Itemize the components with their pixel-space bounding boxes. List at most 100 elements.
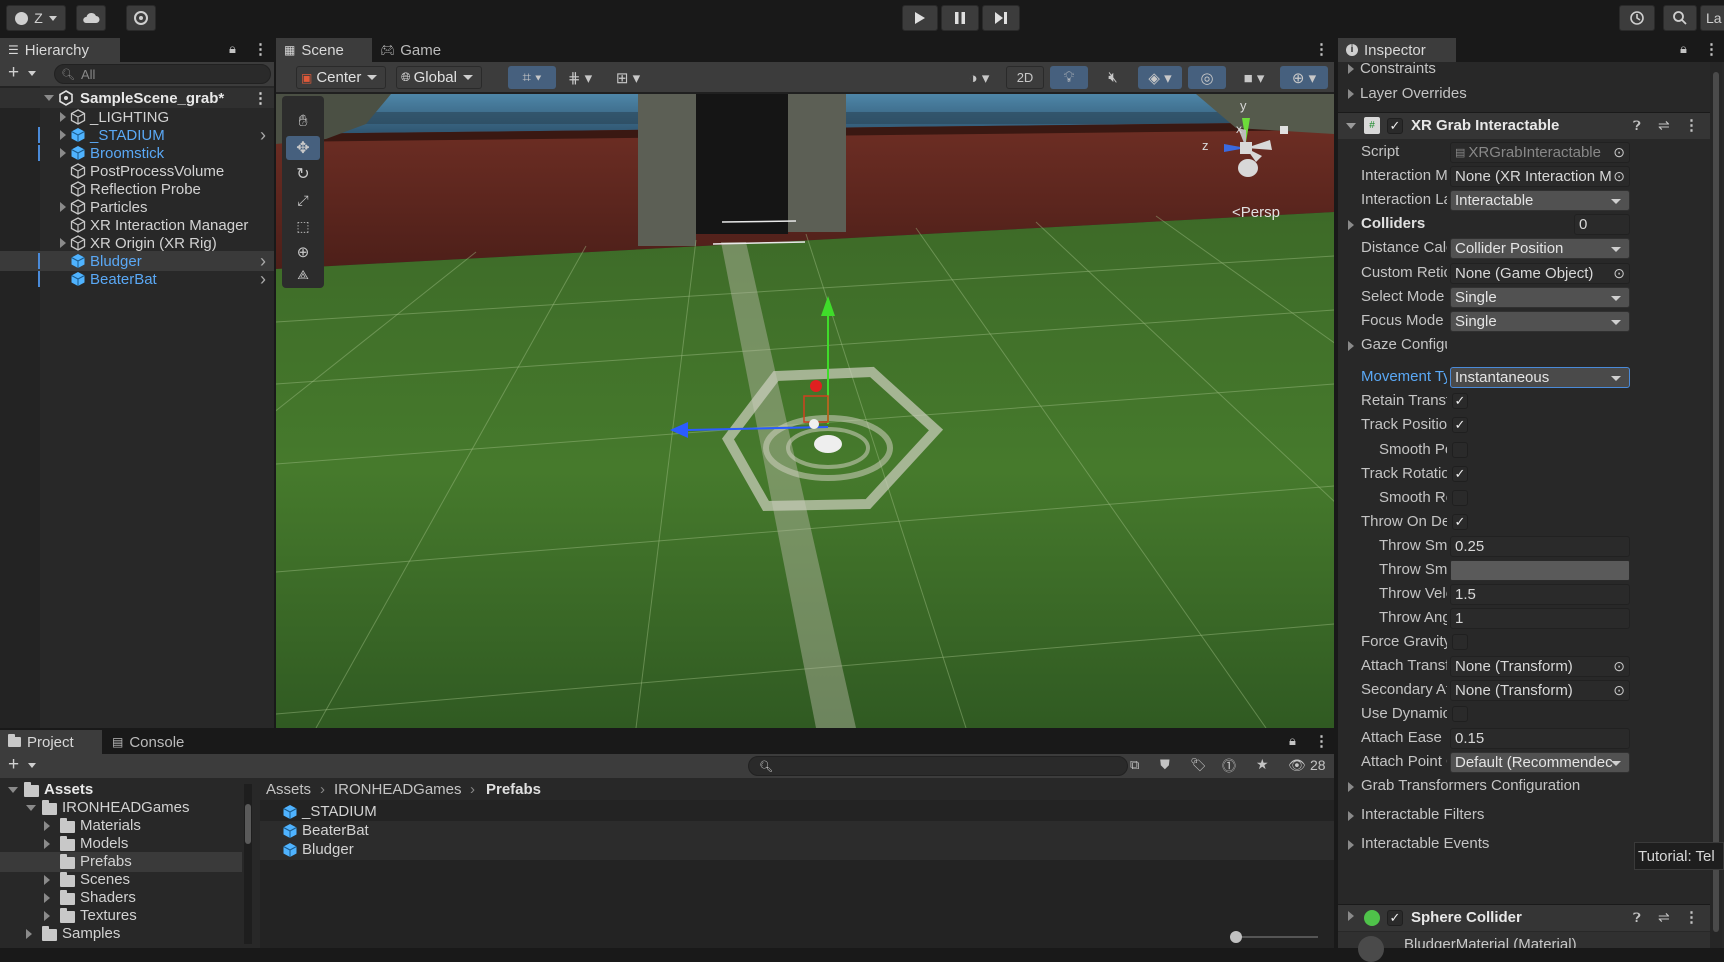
object-picker-icon[interactable]: ⊙ [1613,658,1625,675]
preset-icon[interactable]: ⇌ [1658,117,1670,134]
hierarchy-search-input[interactable]: 🔍︎ All [54,64,271,84]
hierarchy-item[interactable]: _STADIUM › [0,125,274,145]
hand-tool-icon[interactable]: ✋︎ [286,110,320,134]
add-icon[interactable]: + [8,62,19,84]
search-scope-icon[interactable]: ⧉ [1130,757,1139,773]
effects-toggle[interactable]: ◈ ▾ [1138,66,1182,89]
object-picker-icon[interactable]: ⊙ [1613,265,1625,282]
camera-button[interactable]: ■ ▾ [1232,66,1276,89]
rotate-tool-icon[interactable]: ↻ [286,162,320,186]
tab-console[interactable]: ▤ Console [104,730,202,754]
kebab-menu-icon[interactable]: ⋮ [253,40,268,58]
project-tree-item[interactable]: Scenes [0,870,242,890]
move-tool-icon[interactable]: ✥ [286,136,320,160]
hierarchy-item[interactable]: Broomstick [0,143,274,163]
checkbox[interactable]: ✓ [1452,466,1468,482]
checkbox[interactable]: ✓ [1452,393,1468,409]
pause-button[interactable] [941,5,979,31]
ruler-button[interactable]: ⊞ ▾ [606,66,650,89]
value-field[interactable]: 1.5 [1450,584,1630,605]
expand-arrow-icon[interactable] [60,148,66,158]
expand-arrow-icon[interactable] [44,821,50,831]
hierarchy-item[interactable]: BeaterBat › [0,269,274,289]
zoom-slider[interactable] [1230,931,1318,943]
project-tree-item[interactable]: Shaders [0,888,242,908]
expand-arrow-icon[interactable] [1348,782,1354,792]
chevron-down-icon[interactable] [28,763,36,768]
dropdown-field[interactable]: Default (Recommendec [1450,752,1630,773]
object-picker-icon[interactable]: ⊙ [1613,144,1625,161]
project-file-item[interactable]: Bludger [260,840,1334,860]
step-button[interactable] [982,5,1020,31]
star-icon[interactable]: ★ [1256,756,1269,773]
label-icon[interactable]: 🏷︎ [1190,757,1207,773]
expand-arrow-icon[interactable] [60,202,66,212]
incremental-snap-button[interactable]: ⋕ ▾ [560,66,600,89]
project-tree-item[interactable]: Prefabs [0,852,242,872]
warning-icon[interactable]: ⓵ [1222,756,1236,776]
transform-tool-icon[interactable]: ⊕ [286,240,320,264]
tab-project[interactable]: Project [0,730,102,754]
expand-arrow-icon[interactable] [44,911,50,921]
checkbox[interactable] [1452,442,1468,458]
play-button[interactable] [902,5,938,31]
scene-viewport[interactable]: ✋︎ ✥ ↻ ⤢ ⬚ ⊕ ⟁ y z x <Persp [276,94,1334,728]
kebab-menu-icon[interactable]: ⋮ [1684,116,1699,134]
rect-tool-icon[interactable]: ⬚ [286,214,320,238]
value-field[interactable]: None (Transform) ⊙ [1450,680,1630,701]
layer-overrides-foldout[interactable]: Layer Overrides [1360,85,1467,102]
add-icon[interactable]: + [8,754,19,776]
dropdown-field[interactable]: Single [1450,311,1630,332]
expand-arrow-icon[interactable] [26,929,32,939]
dropdown-field[interactable]: Instantaneous [1450,367,1630,388]
hierarchy-item[interactable]: _LIGHTING [0,107,274,127]
collab-button[interactable] [126,5,156,31]
dropdown-field[interactable]: Interactable [1450,190,1630,211]
hierarchy-item[interactable]: PostProcessVolume [0,161,274,181]
checkbox[interactable] [1452,634,1468,650]
lock-icon[interactable]: 🔒︎ [229,41,236,57]
expand-arrow-icon[interactable] [1348,64,1354,74]
value-field[interactable]: 0.15 [1450,728,1630,749]
account-button[interactable]: Z [6,5,66,31]
lighting-toggle[interactable]: 💡︎ [1050,66,1088,89]
expand-arrow-icon[interactable] [44,893,50,903]
help-icon[interactable]: ❓︎ [1633,118,1641,134]
breadcrumb-ironhead[interactable]: IRONHEADGames [334,781,462,798]
chevron-down-icon[interactable] [28,71,36,76]
filter-type-icon[interactable]: ⛊ [1160,757,1170,773]
hierarchy-item[interactable]: Reflection Probe [0,179,274,199]
breadcrumb-prefabs[interactable]: Prefabs [486,781,541,798]
orientation-gizmo[interactable]: y z x [1196,98,1306,198]
layout-dropdown[interactable]: La [1700,5,1724,31]
checkbox[interactable] [1452,706,1468,722]
perspective-label[interactable]: <Persp [1232,204,1280,221]
kebab-menu-icon[interactable]: ⋮ [1314,732,1329,750]
tab-hierarchy[interactable]: ☰ Hierarchy [0,38,120,62]
value-slider-field[interactable] [1450,560,1630,581]
expand-arrow-icon[interactable] [1348,840,1354,850]
dropdown-field[interactable]: Collider Position [1450,238,1630,259]
space-dropdown[interactable]: 🌐︎ Global [396,66,482,89]
help-icon[interactable]: ❓︎ [1633,910,1641,926]
project-file-item[interactable]: _STADIUM [260,802,1334,822]
object-picker-icon[interactable]: ⊙ [1613,682,1625,699]
toggle-2d-button[interactable]: 2D [1006,66,1044,89]
expand-arrow-icon[interactable] [26,805,36,811]
expand-arrow-icon[interactable] [1348,220,1354,230]
tab-inspector[interactable]: i Inspector [1338,38,1456,62]
value-field[interactable]: None (XR Interaction M ⊙ [1450,166,1630,187]
tree-scrollbar[interactable] [244,784,252,944]
enable-checkbox[interactable]: ✓ [1387,910,1403,926]
checkbox[interactable]: ✓ [1452,417,1468,433]
expand-arrow-icon[interactable] [1348,341,1354,351]
project-tree-item[interactable]: Materials [0,816,242,836]
value-field[interactable]: None (Transform) ⊙ [1450,656,1630,677]
preset-icon[interactable]: ⇌ [1658,909,1670,926]
hidden-packages-icon[interactable]: 👁︎ [1288,757,1306,774]
lock-icon[interactable]: 🔒︎ [1289,733,1296,749]
expand-arrow-icon[interactable] [60,112,66,122]
history-button[interactable] [1619,5,1655,31]
kebab-menu-icon[interactable]: ⋮ [253,89,268,107]
tab-game[interactable]: 🎮︎ Game [372,38,458,62]
